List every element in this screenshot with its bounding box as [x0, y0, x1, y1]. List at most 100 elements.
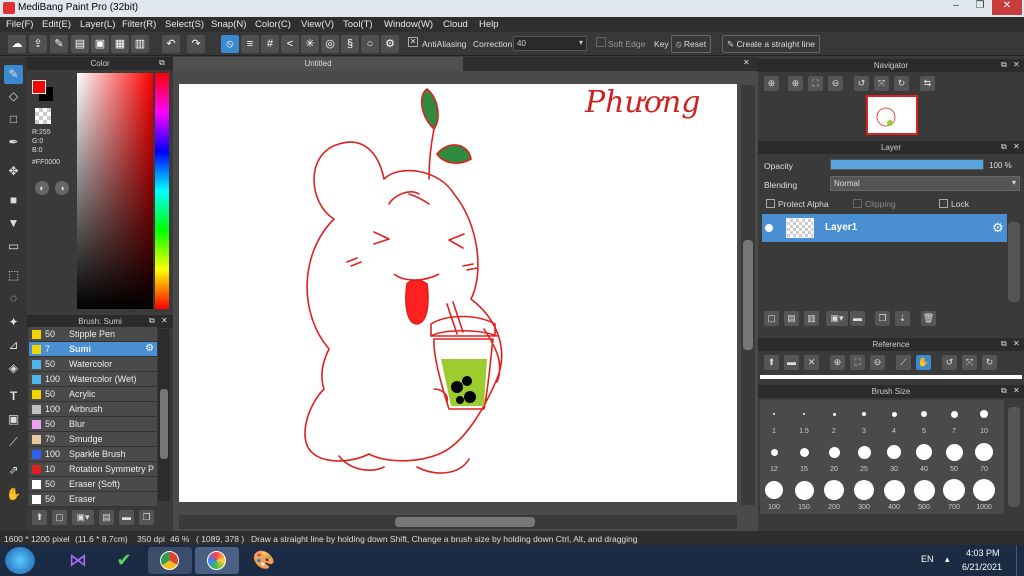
open-folder-icon[interactable]: ▬ — [784, 355, 799, 370]
layer-row[interactable]: Layer1 ⚙ — [762, 214, 1007, 242]
hue-slider[interactable] — [155, 73, 169, 309]
correction-select[interactable]: 40 ▾ — [513, 36, 587, 51]
menu-filter[interactable]: Filter(R) — [122, 19, 156, 30]
update-icon[interactable]: ✔ — [102, 547, 146, 574]
brush-size-dot[interactable] — [916, 444, 932, 460]
move-tool-icon[interactable]: ✥ — [4, 162, 23, 181]
layer-scrollbar[interactable] — [1008, 222, 1020, 302]
eyedropper-icon[interactable]: ⟋ — [4, 433, 23, 452]
protect-alpha-checkbox[interactable] — [766, 199, 775, 208]
share-icon[interactable]: ⇪ — [29, 35, 47, 53]
brush-size-dot[interactable] — [765, 481, 783, 499]
opacity-slider[interactable] — [830, 159, 984, 170]
brush-item[interactable]: 100 Watercolor (Wet) — [29, 372, 157, 387]
horizontal-scrollbar[interactable] — [179, 515, 737, 529]
brush-item[interactable]: 50 Watercolor — [29, 357, 157, 372]
fit-icon[interactable]: ⛶ — [850, 355, 865, 370]
brush-size-dot[interactable] — [828, 446, 840, 458]
snap-off-icon[interactable]: ⦸ — [221, 35, 239, 53]
gear-icon[interactable]: ⚙ — [145, 343, 154, 354]
brush-item[interactable]: 10 Rotation Symmetry P — [29, 462, 157, 477]
reset-button[interactable]: ⦸ Reset — [671, 35, 712, 53]
bucket-tool-icon[interactable]: ▼ — [4, 214, 23, 233]
brush-add-icon[interactable]: ⬆ — [32, 510, 47, 525]
brush-props-icon[interactable]: ▤ — [99, 510, 114, 525]
popout-icon[interactable]: ⧉ — [159, 58, 165, 68]
radial-snap-icon[interactable]: ✳ — [301, 35, 319, 53]
close-icon[interactable]: ✕ — [1013, 386, 1020, 395]
popout-icon[interactable]: ⧉ — [1001, 339, 1007, 349]
tab-untitled[interactable]: Untitled — [173, 57, 463, 71]
new-layer-icon[interactable]: ▢ — [764, 311, 779, 326]
popout-icon[interactable]: ⧉ — [1001, 142, 1007, 152]
brush-item[interactable]: 50 Eraser (Soft) — [29, 477, 157, 492]
gear-icon[interactable]: ⚙ — [992, 220, 1004, 236]
brush-new-icon[interactable]: ▢ — [52, 510, 67, 525]
close-icon[interactable]: ✕ — [743, 58, 750, 67]
chrome-icon[interactable] — [148, 547, 192, 574]
menu-layer[interactable]: Layer(L) — [80, 19, 115, 30]
brush-item[interactable]: 100 Sparkle Brush — [29, 447, 157, 462]
size-scrollbar[interactable] — [1008, 407, 1020, 507]
snap-settings-icon[interactable]: ⚙ — [381, 35, 399, 53]
hscroll-thumb[interactable] — [395, 517, 535, 527]
popout-icon[interactable]: ⧉ — [1001, 60, 1007, 70]
brush-size-dot[interactable] — [794, 480, 814, 500]
brush-item[interactable]: 100 Airbrush — [29, 402, 157, 417]
zoom-out-icon[interactable]: ⊖ — [828, 76, 843, 91]
save-icon[interactable]: ▣ — [91, 35, 109, 53]
new-halftone-layer-icon[interactable]: ▤ — [784, 311, 799, 326]
restore-button[interactable]: ❐ — [968, 0, 992, 15]
circle-snap-icon[interactable]: ◎ — [321, 35, 339, 53]
operation-tool-icon[interactable]: ⇗ — [4, 461, 23, 480]
brush-item[interactable]: 7 Sumi ⚙ — [29, 342, 157, 357]
menu-file[interactable]: File(F) — [6, 19, 33, 30]
menu-edit[interactable]: Edit(E) — [42, 19, 71, 30]
brush-item[interactable]: 50 Eraser — [29, 492, 157, 507]
close-button[interactable]: ✕ — [992, 0, 1022, 15]
magic-wand-icon[interactable]: ✦ — [4, 313, 23, 332]
soft-edge-checkbox[interactable] — [596, 37, 606, 47]
visibility-icon[interactable] — [765, 224, 773, 232]
tray-arrow-icon[interactable]: ▴ — [945, 554, 950, 565]
brush-size-dot[interactable] — [824, 480, 844, 500]
close-icon[interactable]: ✕ — [1013, 60, 1020, 69]
minimize-button[interactable]: – — [944, 0, 968, 15]
rotate-right-icon[interactable]: ↻ — [894, 76, 909, 91]
brush-item[interactable]: 50 Acrylic — [29, 387, 157, 402]
rotate-right-icon[interactable]: ↻ — [982, 355, 997, 370]
curve-snap-icon[interactable]: § — [341, 35, 359, 53]
new-doc-icon[interactable]: ▤ — [71, 35, 89, 53]
hand-tool-icon[interactable]: ✋ — [4, 485, 23, 504]
popout-icon[interactable]: ⧉ — [1001, 386, 1007, 396]
menu-cloud[interactable]: Cloud — [443, 19, 468, 30]
flip-icon[interactable]: ⇆ — [920, 76, 935, 91]
select-eraser-icon[interactable]: ◈ — [4, 359, 23, 378]
vanishing-point-icon[interactable]: < — [281, 35, 299, 53]
menu-view[interactable]: View(V) — [301, 19, 334, 30]
brush-size-dot[interactable] — [857, 445, 871, 459]
rotate-left-icon[interactable]: ↺ — [854, 76, 869, 91]
straight-line-button[interactable]: ✎ Create a straight line — [722, 35, 820, 53]
vertical-scrollbar[interactable] — [741, 85, 755, 505]
menu-help[interactable]: Help — [479, 19, 499, 30]
brush-size-dot[interactable] — [773, 413, 775, 415]
brush-item[interactable]: 50 Blur — [29, 417, 157, 432]
brush-size-dot[interactable] — [883, 479, 905, 501]
saturation-value-picker[interactable] — [77, 73, 153, 309]
brush-size-dot[interactable] — [975, 443, 993, 461]
vscroll-thumb[interactable] — [743, 240, 753, 350]
select-rect-icon[interactable]: ⬚ — [4, 266, 23, 285]
drawing-canvas[interactable]: Phương — [179, 84, 737, 502]
menu-tool[interactable]: Tool(T) — [343, 19, 373, 30]
zoom-in-icon[interactable]: ⊕ — [764, 76, 779, 91]
gradient-tool-icon[interactable]: ▭ — [4, 237, 23, 256]
brush-copy-icon[interactable]: ❐ — [139, 510, 154, 525]
primary-color-swatch[interactable] — [32, 80, 46, 94]
layer-add-menu-icon[interactable]: ▣▾ — [826, 311, 848, 326]
brush-size-dot[interactable] — [799, 447, 809, 457]
clipping-checkbox[interactable] — [853, 199, 862, 208]
cloud-icon[interactable]: ☁ — [8, 35, 26, 53]
show-desktop-button[interactable] — [1016, 545, 1024, 576]
zoom-in-icon[interactable]: ⊕ — [788, 76, 803, 91]
